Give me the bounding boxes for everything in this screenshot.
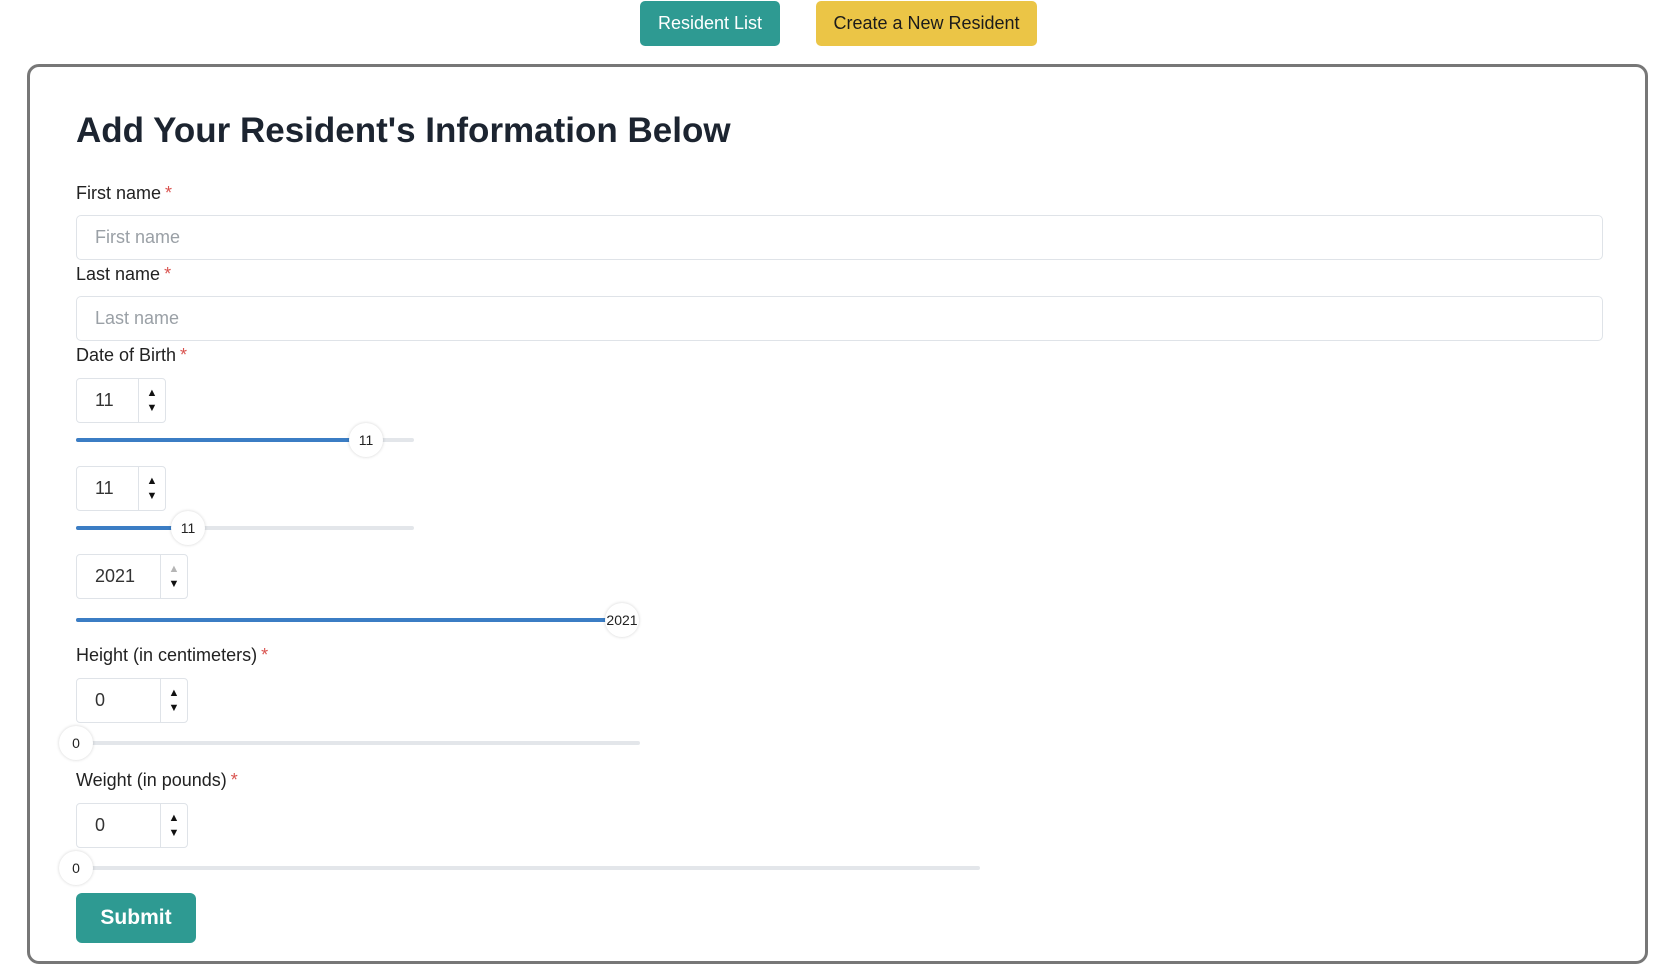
slider-fill (76, 618, 622, 622)
weight-slider[interactable]: 0 (59, 851, 980, 885)
required-asterisk: * (180, 345, 188, 365)
spin-down-icon[interactable]: ▼ (147, 402, 158, 414)
dob-year-slider[interactable]: 2021 (76, 603, 639, 637)
required-asterisk: * (165, 183, 173, 203)
dob-label-text: Date of Birth (76, 345, 177, 365)
required-asterisk: * (261, 645, 269, 665)
last-name-label-text: Last name (76, 264, 161, 284)
dob-year-value: 2021 (95, 566, 136, 586)
spin-up-icon[interactable]: ▲ (169, 687, 180, 699)
slider-thumb[interactable]: 2021 (605, 603, 639, 637)
dob-year-stepper[interactable]: 2021 ▲ ▼ (76, 554, 188, 599)
resident-list-button[interactable]: Resident List (640, 1, 780, 46)
slider-thumb[interactable]: 11 (171, 511, 205, 545)
dob-day-stepper[interactable]: 11 ▲ ▼ (76, 466, 166, 511)
spin-down-icon[interactable]: ▼ (169, 827, 180, 839)
stepper-arrows: ▲ ▼ (138, 379, 165, 422)
slider-fill (76, 438, 366, 442)
dob-label: Date of Birth * (76, 345, 187, 366)
stepper-arrows: ▲ ▼ (160, 679, 187, 722)
first-name-input[interactable] (76, 215, 1603, 260)
top-nav: Resident List Create a New Resident (0, 0, 1674, 60)
slider-thumb[interactable]: 11 (349, 423, 383, 457)
first-name-label-text: First name (76, 183, 162, 203)
height-label: Height (in centimeters) * (76, 645, 268, 666)
page-title: Add Your Resident's Information Below (76, 111, 731, 150)
last-name-label: Last name * (76, 264, 171, 285)
height-slider[interactable]: 0 (59, 726, 640, 760)
stepper-arrows: ▲ ▼ (160, 804, 187, 847)
height-value: 0 (95, 690, 106, 710)
stepper-arrows: ▲ ▼ (138, 467, 165, 510)
last-name-input[interactable] (76, 296, 1603, 341)
weight-value: 0 (95, 815, 106, 835)
dob-month-value: 11 (95, 390, 114, 410)
spin-up-icon[interactable]: ▲ (147, 475, 158, 487)
spin-up-icon[interactable]: ▲ (169, 563, 180, 575)
spin-up-icon[interactable]: ▲ (169, 812, 180, 824)
height-label-text: Height (in centimeters) (76, 645, 258, 665)
dob-month-slider[interactable]: 11 (76, 423, 414, 457)
stepper-arrows: ▲ ▼ (160, 555, 187, 598)
slider-thumb[interactable]: 0 (59, 851, 93, 885)
spin-down-icon[interactable]: ▼ (169, 578, 180, 590)
slider-rail (76, 866, 980, 870)
spin-up-icon[interactable]: ▲ (147, 387, 158, 399)
weight-label: Weight (in pounds) * (76, 770, 238, 791)
weight-label-text: Weight (in pounds) (76, 770, 227, 790)
first-name-label: First name * (76, 183, 172, 204)
spin-down-icon[interactable]: ▼ (147, 490, 158, 502)
required-asterisk: * (164, 264, 172, 284)
dob-month-stepper[interactable]: 11 ▲ ▼ (76, 378, 166, 423)
slider-rail (76, 741, 640, 745)
slider-thumb[interactable]: 0 (59, 726, 93, 760)
dob-day-slider[interactable]: 11 (76, 511, 414, 545)
weight-stepper[interactable]: 0 ▲ ▼ (76, 803, 188, 848)
required-asterisk: * (230, 770, 238, 790)
spin-down-icon[interactable]: ▼ (169, 702, 180, 714)
dob-day-value: 11 (95, 478, 114, 498)
submit-button[interactable]: Submit (76, 893, 196, 943)
create-resident-button[interactable]: Create a New Resident (816, 1, 1037, 46)
height-stepper[interactable]: 0 ▲ ▼ (76, 678, 188, 723)
